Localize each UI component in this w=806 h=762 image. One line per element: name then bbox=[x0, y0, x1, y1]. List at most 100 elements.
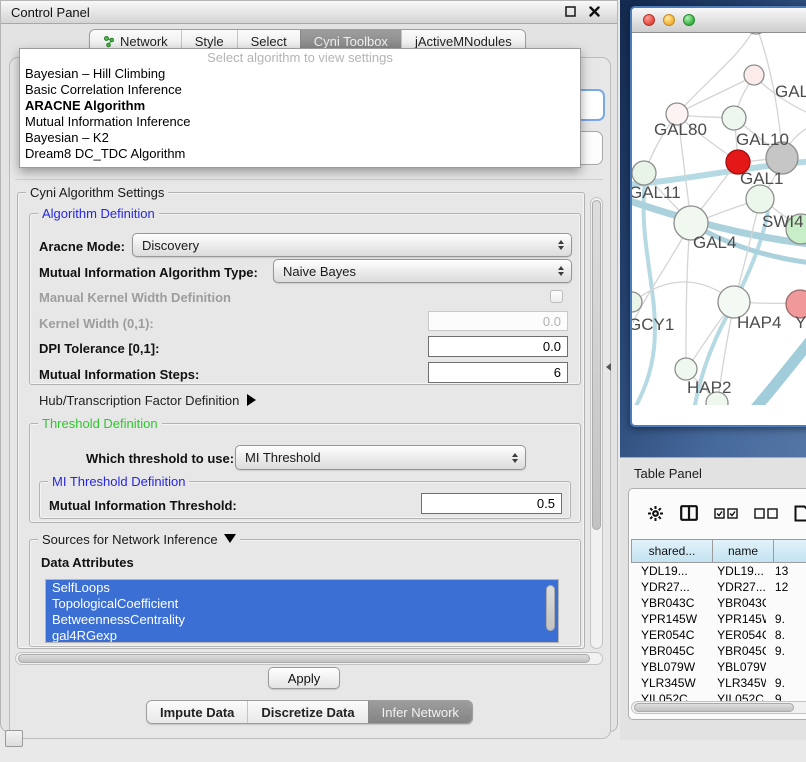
network-node-gal11[interactable] bbox=[632, 161, 656, 185]
deselect-checkboxes-icon[interactable] bbox=[754, 508, 778, 519]
kernel-width-field[interactable] bbox=[428, 311, 568, 331]
node-label: GAL8 bbox=[775, 82, 806, 101]
table-row[interactable]: YBR045CYBR045C9. bbox=[632, 643, 806, 659]
dropdown-item[interactable]: Bayesian – Hill Climbing bbox=[20, 66, 580, 82]
table-toolbar bbox=[629, 497, 806, 529]
table-row[interactable]: YLR345WYLR345W9. bbox=[632, 675, 806, 691]
mi-algorithm-type-combobox[interactable]: Naive Bayes bbox=[273, 259, 572, 283]
hub-tf-definition-toggle[interactable]: Hub/Transcription Factor Definition bbox=[39, 393, 256, 408]
expanded-arrow-icon bbox=[224, 534, 236, 543]
tab-impute-data[interactable]: Impute Data bbox=[147, 701, 247, 723]
node-label: GAL11 bbox=[632, 183, 681, 202]
combo-arrows-icon bbox=[512, 453, 518, 463]
threshold-definition-title: Threshold Definition bbox=[38, 416, 162, 431]
horizontal-scrollbar-thumb[interactable] bbox=[18, 654, 590, 663]
network-canvas[interactable]: GAL8 GAL80 GAL10 GAL1 GAL11 SWI4 GAL4 GC… bbox=[632, 33, 806, 405]
kernel-width-label: Kernel Width (0,1): bbox=[39, 316, 154, 331]
dpi-tolerance-field[interactable] bbox=[428, 336, 568, 357]
network-node[interactable] bbox=[745, 33, 767, 34]
node-label: SWI4 bbox=[762, 212, 804, 231]
network-node-hap2[interactable] bbox=[675, 358, 697, 380]
zoom-traffic-light-icon[interactable] bbox=[683, 14, 695, 26]
network-view-window[interactable]: GAL8 GAL80 GAL10 GAL1 GAL11 SWI4 GAL4 GC… bbox=[630, 6, 806, 427]
settings-horizontal-scrollbar[interactable] bbox=[15, 652, 603, 665]
collapsed-arrow-icon bbox=[247, 394, 256, 406]
tab-infer-network[interactable]: Infer Network bbox=[368, 701, 472, 723]
combo-arrows-icon bbox=[558, 266, 564, 276]
network-node[interactable] bbox=[744, 65, 764, 85]
control-panel-title: Control Panel bbox=[11, 5, 90, 20]
dropdown-item[interactable]: Bayesian – K2 bbox=[20, 130, 580, 146]
bottom-tabbar: Impute Data Discretize Data Infer Networ… bbox=[146, 700, 473, 724]
mi-threshold-field[interactable] bbox=[421, 493, 562, 514]
control-panel-window: Control Panel Network Style Select C bbox=[0, 0, 618, 732]
document-icon[interactable] bbox=[794, 505, 806, 522]
aracne-mode-combobox[interactable]: Discovery bbox=[132, 233, 572, 257]
dropdown-item[interactable]: Mutual Information Inference bbox=[20, 114, 580, 130]
node-label: GAL10 bbox=[736, 130, 789, 149]
attribute-item[interactable]: TopologicalCoefficient bbox=[46, 596, 558, 612]
list-scrollbar-thumb[interactable] bbox=[546, 585, 555, 631]
manual-kernel-width-label: Manual Kernel Width Definition bbox=[39, 290, 231, 305]
table-row[interactable]: YDR27...YDR27...12 bbox=[632, 579, 806, 595]
node-label: GCY1 bbox=[632, 315, 674, 334]
sources-group-title[interactable]: Sources for Network Inference bbox=[38, 532, 240, 547]
dropdown-prompt: Select algorithm to view settings bbox=[20, 49, 580, 66]
dropdown-item-selected[interactable]: ARACNE Algorithm bbox=[20, 98, 580, 114]
node-label: GAL80 bbox=[654, 120, 707, 139]
table-row[interactable]: YDL19...YDL19...13 bbox=[632, 563, 806, 579]
control-panel-header[interactable]: Control Panel bbox=[1, 1, 617, 24]
node-label: GAL4 bbox=[693, 233, 736, 252]
table-subpanel: shared... name YDL19...YDL19...13 YDR27.… bbox=[628, 488, 806, 720]
which-threshold-combobox[interactable]: MI Threshold bbox=[235, 445, 526, 470]
application-screen: Control Panel Network Style Select C bbox=[0, 0, 806, 762]
dropdown-item[interactable]: Dream8 DC_TDC Algorithm bbox=[20, 146, 580, 162]
network-node-gal10[interactable] bbox=[722, 106, 746, 130]
close-icon[interactable] bbox=[588, 5, 601, 18]
table-scrollbar-thumb[interactable] bbox=[634, 703, 794, 712]
minimize-traffic-light-icon[interactable] bbox=[663, 14, 675, 26]
apply-button[interactable]: Apply bbox=[268, 667, 340, 689]
tab-discretize-data[interactable]: Discretize Data bbox=[247, 701, 367, 723]
table-header-row: shared... name bbox=[632, 539, 806, 563]
mi-threshold-label: Mutual Information Threshold: bbox=[49, 498, 237, 513]
select-all-checkboxes-icon[interactable] bbox=[714, 508, 738, 519]
network-graph: GAL8 GAL80 GAL10 GAL1 GAL11 SWI4 GAL4 GC… bbox=[632, 33, 806, 405]
network-node-swi4[interactable] bbox=[746, 185, 774, 213]
mi-steps-field[interactable] bbox=[428, 362, 568, 383]
mi-algorithm-type-label: Mutual Information Algorithm Type: bbox=[39, 265, 258, 280]
splitter-collapse-arrow-icon[interactable] bbox=[606, 363, 611, 371]
table-row[interactable]: YBR043CYBR043C bbox=[632, 595, 806, 611]
panel-divider-line bbox=[15, 179, 603, 180]
settings-group-title: Cyni Algorithm Settings bbox=[26, 185, 168, 200]
which-threshold-label: Which threshold to use: bbox=[86, 451, 234, 466]
network-desktop: GAL8 GAL80 GAL10 GAL1 GAL11 SWI4 GAL4 GC… bbox=[620, 0, 806, 457]
settings-vertical-scrollbar[interactable] bbox=[590, 197, 603, 649]
gear-icon[interactable] bbox=[647, 505, 664, 522]
attribute-item[interactable]: BetweennessCentrality bbox=[46, 612, 558, 628]
docked-panel-icon[interactable] bbox=[5, 730, 23, 747]
algorithm-dropdown-list: Select algorithm to view settings Bayesi… bbox=[19, 48, 581, 168]
table-horizontal-scrollbar[interactable] bbox=[631, 701, 806, 714]
dropdown-item[interactable]: Basic Correlation Inference bbox=[20, 82, 580, 98]
vertical-scrollbar-thumb[interactable] bbox=[592, 200, 601, 530]
network-window-titlebar[interactable] bbox=[632, 8, 806, 33]
table-row[interactable]: YPR145WYPR145W9. bbox=[632, 611, 806, 627]
table-body: YDL19...YDL19...13 YDR27...YDR27...12 YB… bbox=[632, 563, 806, 707]
float-window-icon[interactable] bbox=[564, 5, 577, 18]
split-columns-icon[interactable] bbox=[680, 505, 698, 521]
manual-kernel-width-checkbox[interactable] bbox=[550, 290, 563, 303]
column-header[interactable]: name bbox=[712, 539, 774, 563]
data-attributes-label: Data Attributes bbox=[41, 555, 134, 570]
attribute-item[interactable]: gal4RGexp bbox=[46, 628, 558, 643]
node-label: Y bbox=[795, 313, 806, 332]
attribute-item[interactable]: SelfLoops bbox=[46, 580, 558, 596]
column-header[interactable] bbox=[773, 539, 806, 563]
mi-threshold-definition-title: MI Threshold Definition bbox=[48, 474, 189, 489]
table-row[interactable]: YER054CYER054C8. bbox=[632, 627, 806, 643]
node-label: HAP2 bbox=[687, 378, 731, 397]
table-row[interactable]: YBL079WYBL079W bbox=[632, 659, 806, 675]
network-icon bbox=[103, 35, 115, 48]
close-traffic-light-icon[interactable] bbox=[643, 14, 655, 26]
column-header[interactable]: shared... bbox=[631, 539, 713, 563]
